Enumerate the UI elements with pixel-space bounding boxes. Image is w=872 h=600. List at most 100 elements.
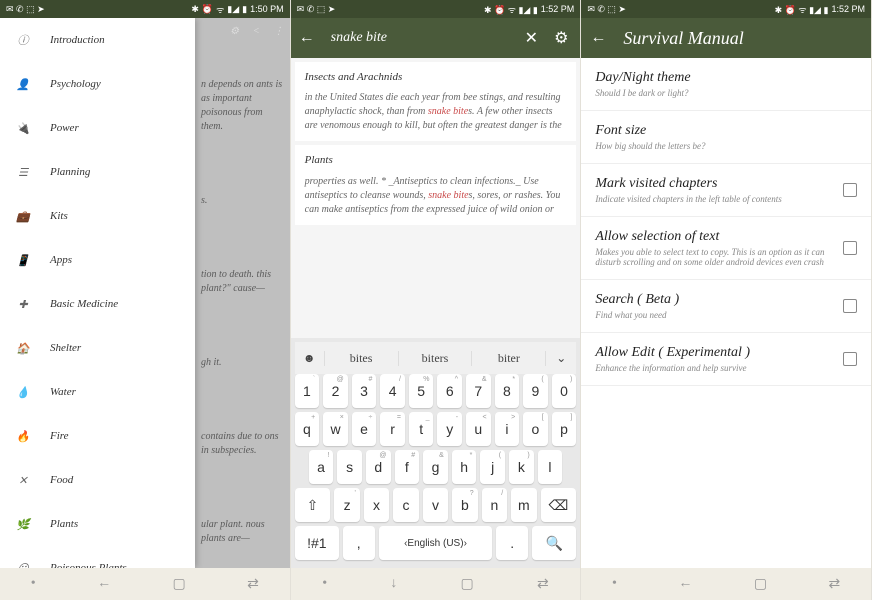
sidebar-item-food[interactable]: ✕Food [0,458,195,502]
sidebar-item-poisonous-plants[interactable]: ☹Poisonous Plants [0,546,195,568]
setting-day-night-theme[interactable]: Day/Night themeShould I be dark or light… [581,58,871,111]
key-t[interactable]: _t [409,412,434,446]
key-m[interactable]: m [511,488,536,522]
suggestion[interactable]: biter [472,351,546,366]
key-n[interactable]: /n [482,488,507,522]
checkbox[interactable] [843,352,857,366]
setting-allow-edit-experimental-[interactable]: Allow Edit ( Experimental )Enhance the i… [581,333,871,386]
key-f[interactable]: #f [395,450,420,484]
clear-icon[interactable]: ✕ [525,29,538,47]
back-arrow-icon[interactable]: ← [589,29,607,47]
gear-icon[interactable]: ⚙ [230,26,239,37]
key-l[interactable]: l [538,450,563,484]
sidebar-item-shelter[interactable]: 🏠Shelter [0,326,195,370]
suggestion[interactable]: biters [399,351,473,366]
nav-recent[interactable]: ▢ [461,576,474,593]
setting-mark-visited-chapters[interactable]: Mark visited chaptersIndicate visited ch… [581,164,871,217]
nav-back[interactable]: ← [678,576,692,592]
settings-app-bar: ← Survival Manual [581,18,871,58]
key-7[interactable]: &7 [466,374,491,408]
sidebar-item-introduction[interactable]: ⓘIntroduction [0,18,195,62]
key-h[interactable]: *h [452,450,477,484]
nav-switch[interactable]: ⇄ [828,576,840,593]
nav-switch[interactable]: ⇄ [537,576,549,593]
sidebar-item-label: Basic Medicine [50,298,118,310]
key-o[interactable]: [o [523,412,548,446]
key-i[interactable]: >i [495,412,520,446]
search-key[interactable]: 🔍 [532,526,576,560]
period-key[interactable]: . [496,526,528,560]
sidebar-item-basic-medicine[interactable]: ✚ Basic Medicine [0,282,195,326]
sidebar-item-kits[interactable]: 💼Kits [0,194,195,238]
key-2[interactable]: @2 [323,374,348,408]
key-q[interactable]: +q [295,412,320,446]
key-b[interactable]: ?b [452,488,477,522]
med-icon: ✚ [14,295,32,313]
key-s[interactable]: s [337,450,362,484]
nav-recent[interactable]: ▢ [754,576,767,593]
gear-icon[interactable]: ⚙ [554,29,568,47]
sidebar-item-planning[interactable]: ☰Planning [0,150,195,194]
checkbox[interactable] [843,183,857,197]
shift-key[interactable]: ⇧ [295,488,331,522]
sidebar-item-fire[interactable]: 🔥Fire [0,414,195,458]
nav-drawer[interactable]: ⓘIntroduction👤Psychology🔌Power☰Planning💼… [0,18,195,568]
space-key[interactable]: ‹ English (US) › [379,526,493,560]
key-d[interactable]: @d [366,450,391,484]
setting-allow-selection-of-text[interactable]: Allow selection of textMakes you able to… [581,217,871,280]
nav-dot[interactable]: • [612,576,617,592]
key-z[interactable]: 'z [334,488,359,522]
key-1[interactable]: `1 [295,374,320,408]
nav-down[interactable]: ↓ [390,576,397,592]
sidebar-item-plants[interactable]: 🌿Plants [0,502,195,546]
key-u[interactable]: <u [466,412,491,446]
key-g[interactable]: &g [423,450,448,484]
share-icon[interactable]: < [253,26,260,37]
sidebar-item-apps[interactable]: 📱Apps [0,238,195,282]
overflow-icon[interactable]: ⋮ [274,26,284,37]
checkbox[interactable] [843,241,857,255]
key-c[interactable]: c [393,488,418,522]
sidebar-item-water[interactable]: 💧Water [0,370,195,414]
key-p[interactable]: ]p [552,412,577,446]
key-r[interactable]: =r [380,412,405,446]
sidebar-item-power[interactable]: 🔌Power [0,106,195,150]
key-5[interactable]: %5 [409,374,434,408]
key-3[interactable]: #3 [352,374,377,408]
clock: 1:52 PM [831,4,865,14]
emoji-key[interactable]: ☻ [295,351,325,366]
key-j[interactable]: (j [480,450,505,484]
key-k[interactable]: )k [509,450,534,484]
key-v[interactable]: v [423,488,448,522]
checkbox[interactable] [843,299,857,313]
key-4[interactable]: /4 [380,374,405,408]
sidebar-item-psychology[interactable]: 👤Psychology [0,62,195,106]
nav-back[interactable]: ← [97,576,111,592]
settings-list[interactable]: Day/Night themeShould I be dark or light… [581,58,871,568]
key-9[interactable]: (9 [523,374,548,408]
key-a[interactable]: !a [309,450,334,484]
search-input[interactable] [331,30,509,46]
suggestion[interactable]: bites [325,351,399,366]
search-result[interactable]: Plantsproperties as well. * _Antiseptics… [295,145,577,224]
nav-dot[interactable]: • [31,576,36,592]
search-result[interactable]: Insects and Arachnidsin the United State… [295,62,577,141]
nav-dot[interactable]: • [322,576,327,592]
key-8[interactable]: *8 [495,374,520,408]
clock: 1:50 PM [250,4,284,14]
setting-font-size[interactable]: Font sizeHow big should the letters be? [581,111,871,164]
key-0[interactable]: )0 [552,374,577,408]
key-x[interactable]: x [364,488,389,522]
key-e[interactable]: ÷e [352,412,377,446]
symbols-key[interactable]: !#1 [295,526,339,560]
comma-key[interactable]: , [343,526,375,560]
nav-switch[interactable]: ⇄ [247,576,259,593]
setting-search-beta-[interactable]: Search ( Beta )Find what you need [581,280,871,333]
key-y[interactable]: -y [437,412,462,446]
key-6[interactable]: ^6 [437,374,462,408]
expand-icon[interactable]: ⌄ [546,351,576,366]
key-w[interactable]: ×w [323,412,348,446]
nav-recent[interactable]: ▢ [173,576,186,593]
back-arrow-icon[interactable]: ← [299,29,315,47]
backspace-key[interactable]: ⌫ [541,488,577,522]
